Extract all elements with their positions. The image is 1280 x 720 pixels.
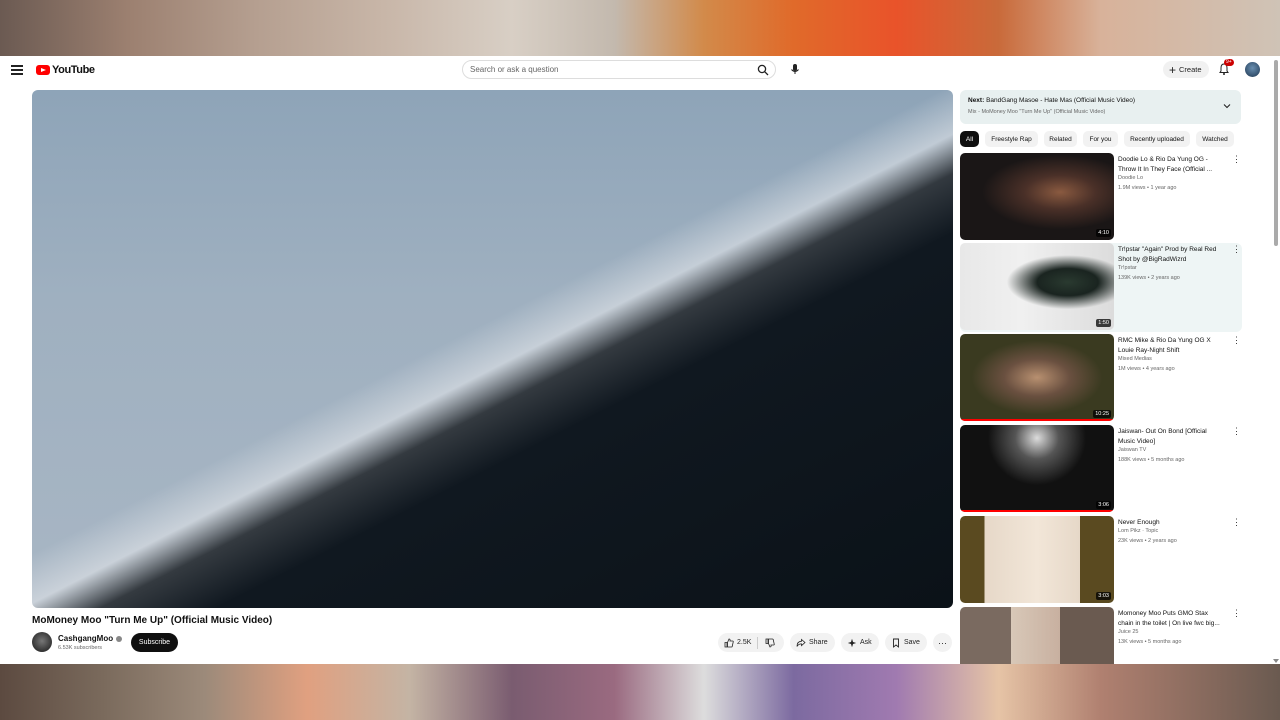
video-thumbnail[interactable]: 10:25 xyxy=(960,334,1114,421)
up-next-panel[interactable]: Next: BandGang Masoe - Hate Mas (Officia… xyxy=(960,90,1241,124)
chip-related[interactable]: Related xyxy=(1044,131,1077,147)
masthead: YouTube +Create 9+ xyxy=(0,56,1280,84)
desktop-wallpaper-top xyxy=(0,0,1280,56)
like-dislike-group: 2.5K xyxy=(718,633,784,652)
like-count[interactable]: 2.5K xyxy=(737,639,751,646)
duration-badge: 3:06 xyxy=(1096,501,1111,509)
share-icon xyxy=(796,638,806,647)
save-button[interactable]: Save xyxy=(885,633,927,652)
create-label: Create xyxy=(1179,65,1202,74)
recommendation-channel[interactable]: Mixed Medias xyxy=(1118,356,1152,362)
kebab-menu-icon[interactable]: ⋮ xyxy=(1232,155,1241,169)
sparkle-icon xyxy=(847,638,857,647)
ask-label: Ask xyxy=(860,639,872,646)
recommendation-item[interactable]: 3:03 Never Enough Lom Pikz · Topic 23K v… xyxy=(960,516,1242,605)
up-next-playlist: Mix - MoMoney Moo "Turn Me Up" (Official… xyxy=(968,109,1106,115)
notification-badge: 9+ xyxy=(1224,59,1234,66)
search-box[interactable] xyxy=(462,60,776,79)
search-input[interactable] xyxy=(463,64,752,75)
recommendation-channel[interactable]: Tr!pstar xyxy=(1118,265,1137,271)
recommendation-channel[interactable]: Juice 25 xyxy=(1118,629,1139,635)
subscriber-count: 6.53K subscribers xyxy=(58,645,103,651)
duration-badge: 3:03 xyxy=(1096,592,1111,600)
chip-recently-uploaded[interactable]: Recently uploaded xyxy=(1124,131,1190,147)
chip-watched[interactable]: Watched xyxy=(1196,131,1234,147)
video-thumbnail[interactable]: 1:50 xyxy=(960,243,1114,330)
recommendation-title[interactable]: Momoney Moo Puts GMO Stax chain in the t… xyxy=(1118,609,1224,629)
kebab-menu-icon[interactable]: ⋮ xyxy=(1232,427,1241,441)
share-label: Share xyxy=(809,639,828,646)
create-button[interactable]: + Create xyxy=(1163,61,1209,78)
video-thumbnail[interactable] xyxy=(960,607,1114,664)
recommendation-channel[interactable]: Lom Pikz · Topic xyxy=(1118,528,1158,534)
watch-progress-bar xyxy=(960,419,1114,421)
channel-name-row[interactable]: CashgangMoo xyxy=(58,634,123,643)
up-next-line: Next: BandGang Masoe - Hate Mas (Officia… xyxy=(968,97,1135,104)
plus-icon: + xyxy=(1169,62,1177,77)
scroll-down-arrow-icon[interactable] xyxy=(1273,659,1279,663)
channel-name[interactable]: CashgangMoo xyxy=(58,634,113,643)
recommendation-meta: 1.9M views • 1 year ago xyxy=(1118,185,1177,191)
chip-for-you[interactable]: For you xyxy=(1083,131,1118,147)
video-thumbnail[interactable]: 3:03 xyxy=(960,516,1114,603)
account-avatar[interactable] xyxy=(1245,62,1260,77)
watch-progress-bar xyxy=(960,510,1114,512)
recommendation-title[interactable]: Never Enough xyxy=(1118,518,1224,528)
scrollbar-thumb[interactable] xyxy=(1274,60,1278,246)
recommendation-title[interactable]: Doodie Lo & Rio Da Yung OG - Throw It In… xyxy=(1118,155,1224,175)
youtube-logo[interactable]: YouTube xyxy=(36,64,95,76)
kebab-menu-icon[interactable]: ⋮ xyxy=(1232,518,1241,532)
recommendation-item[interactable]: 10:25 RMC Mike & Rio Da Yung OG X Louie … xyxy=(960,334,1242,423)
bookmark-icon xyxy=(893,638,899,648)
chevron-down-icon[interactable] xyxy=(1222,101,1232,111)
recommendation-meta: 23K views • 2 years ago xyxy=(1118,538,1177,544)
logo-text: YouTube xyxy=(52,64,95,76)
share-button[interactable]: Share xyxy=(790,633,835,652)
recommendation-meta: 13K views • 5 months ago xyxy=(1118,639,1182,645)
up-next-prefix: Next: xyxy=(968,97,985,104)
search-icon[interactable] xyxy=(757,64,769,76)
recommendation-item[interactable]: 1:50 Tr!pstar "Again" Prod by Real Red S… xyxy=(960,243,1242,332)
recommendation-meta: 188K views • 5 months ago xyxy=(1118,457,1185,463)
recommendation-item[interactable]: 4:10 Doodie Lo & Rio Da Yung OG - Throw … xyxy=(960,153,1242,242)
video-thumbnail[interactable]: 4:10 xyxy=(960,153,1114,240)
recommendation-meta: 1M views • 4 years ago xyxy=(1118,366,1175,372)
thumbs-down-icon[interactable] xyxy=(765,638,776,648)
microphone-icon[interactable] xyxy=(788,62,802,76)
browser-window: YouTube +Create 9+ MoMoney Moo "Turn Me … xyxy=(0,56,1280,664)
recommendation-item[interactable]: 3:06 Jaiswan- Out On Bond [Official Musi… xyxy=(960,425,1242,514)
video-title: MoMoney Moo "Turn Me Up" (Official Music… xyxy=(32,615,273,626)
video-player[interactable] xyxy=(32,90,953,608)
recommendation-title[interactable]: Jaiswan- Out On Bond [Official Music Vid… xyxy=(1118,427,1224,447)
verified-icon xyxy=(116,635,123,642)
chip-freestyle-rap[interactable]: Freestyle Rap xyxy=(985,131,1038,147)
recommendation-item[interactable]: Momoney Moo Puts GMO Stax chain in the t… xyxy=(960,607,1242,664)
recommendation-channel[interactable]: Doodie Lo xyxy=(1118,175,1143,181)
play-logo-icon xyxy=(36,65,50,75)
recommendation-meta: 139K views • 2 years ago xyxy=(1118,275,1180,281)
page-scrollbar[interactable] xyxy=(1272,56,1280,664)
kebab-menu-icon[interactable]: ⋮ xyxy=(1232,245,1241,259)
desktop-wallpaper-bottom xyxy=(0,664,1280,720)
duration-badge: 1:50 xyxy=(1096,319,1111,327)
channel-avatar[interactable] xyxy=(32,632,52,652)
kebab-menu-icon[interactable]: ⋮ xyxy=(1232,609,1241,623)
recommendation-title[interactable]: Tr!pstar "Again" Prod by Real Red Shot b… xyxy=(1118,245,1224,265)
duration-badge: 4:10 xyxy=(1096,229,1111,237)
ask-button[interactable]: Ask xyxy=(841,633,879,652)
kebab-menu-icon[interactable]: ⋮ xyxy=(1232,336,1241,350)
recommendation-channel[interactable]: Jaiswan TV xyxy=(1118,447,1146,453)
recommendation-title[interactable]: RMC Mike & Rio Da Yung OG X Louie Ray-Ni… xyxy=(1118,336,1224,356)
subscribe-button[interactable]: Subscribe xyxy=(131,633,178,652)
save-label: Save xyxy=(904,639,920,646)
hamburger-menu-icon[interactable] xyxy=(10,63,24,77)
more-actions-icon[interactable]: ··· xyxy=(933,633,952,652)
up-next-title: BandGang Masoe - Hate Mas (Official Musi… xyxy=(986,97,1136,104)
duration-badge: 10:25 xyxy=(1093,410,1111,418)
chip-all[interactable]: All xyxy=(960,131,979,147)
video-thumbnail[interactable]: 3:06 xyxy=(960,425,1114,512)
thumbs-up-icon[interactable] xyxy=(724,638,734,648)
like-divider xyxy=(757,636,759,649)
